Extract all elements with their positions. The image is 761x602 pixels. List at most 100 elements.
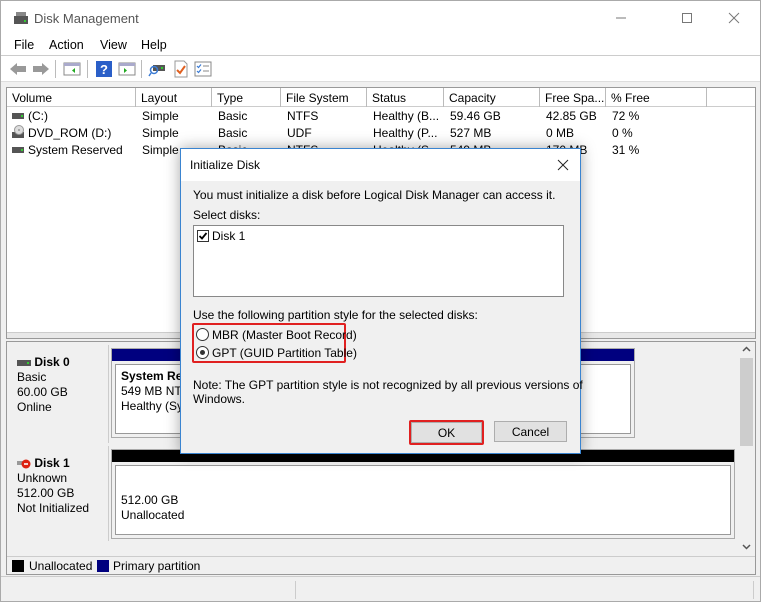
properties-check-icon[interactable] (172, 60, 190, 78)
maximize-button[interactable] (664, 1, 710, 35)
select-disks-label: Select disks: (193, 208, 261, 222)
forward-arrow-icon[interactable] (32, 60, 50, 78)
mbr-radio[interactable] (196, 328, 209, 341)
volume-file-system: UDF (287, 126, 312, 140)
checklist-icon[interactable] (194, 60, 212, 78)
back-arrow-icon[interactable] (9, 60, 27, 78)
dialog-message: You must initialize a disk before Logica… (193, 188, 556, 202)
partition-status: Unallocated (121, 508, 185, 522)
status-divider (753, 581, 754, 599)
volume-percent-free: 72 % (612, 109, 640, 123)
scroll-down-icon[interactable] (742, 544, 751, 550)
window-title: Disk Management (34, 11, 139, 26)
gpt-note-line1: Note: The GPT partition style is not rec… (193, 378, 583, 392)
volume-layout: Simple (142, 109, 179, 123)
column-header-percent-free[interactable]: % Free (606, 88, 707, 107)
legend: Unallocated Primary partition (7, 556, 755, 574)
volume-name: DVD_ROM (D:) (28, 126, 112, 140)
cancel-button[interactable]: Cancel (494, 421, 567, 442)
column-header-volume[interactable]: Volume (7, 88, 136, 107)
volume-status: Healthy (P... (373, 126, 438, 140)
volume-status: Healthy (B... (373, 109, 440, 123)
partition-size: 512.00 GB (121, 493, 179, 507)
volume-list-header: Volume Layout Type File System Status Ca… (7, 88, 755, 107)
connect-icon[interactable] (148, 60, 166, 78)
disk-1-partition[interactable]: 512.00 GB Unallocated (111, 449, 735, 539)
svg-text:?: ? (100, 62, 108, 77)
dialog-title: Initialize Disk (190, 158, 261, 172)
menu-help[interactable]: Help (141, 38, 167, 52)
volume-capacity: 59.46 GB (450, 109, 501, 123)
legend-label-unallocated: Unallocated (29, 559, 93, 573)
show-hide-action-pane-icon[interactable] (118, 60, 136, 78)
show-hide-console-tree-icon[interactable] (63, 60, 81, 78)
volume-free-space: 42.85 GB (546, 109, 597, 123)
disk-0-size: 60.00 GB (17, 385, 68, 399)
menu-action[interactable]: Action (49, 38, 84, 52)
dvd-drive-icon (12, 125, 24, 138)
ok-button[interactable]: OK (411, 422, 482, 443)
partition-details: 512.00 GB Unallocated (115, 465, 731, 535)
volume-capacity: 527 MB (450, 126, 492, 140)
gpt-note-line2: Windows. (193, 392, 246, 406)
initialize-disk-dialog: Initialize Disk You must initialize a di… (180, 148, 583, 454)
close-button[interactable] (711, 1, 757, 35)
disk-error-icon (17, 459, 31, 469)
volume-layout: Simple (142, 143, 179, 157)
disk-management-app-icon (14, 12, 28, 24)
volume-layout: Simple (142, 126, 179, 140)
scrollbar-thumb[interactable] (740, 358, 753, 446)
menu-bar: File Action View Help (1, 35, 760, 56)
volume-row[interactable]: DVD_ROM (D:) Simple Basic UDF Healthy (P… (7, 125, 755, 142)
legend-label-primary: Primary partition (113, 559, 201, 573)
dialog-close-button[interactable] (552, 154, 574, 176)
status-divider (295, 581, 296, 599)
toolbar: ? (1, 56, 760, 82)
disk-0-state: Online (17, 400, 52, 414)
column-header-file-system[interactable]: File System (281, 88, 367, 107)
menu-view[interactable]: View (100, 38, 127, 52)
column-header-capacity[interactable]: Capacity (444, 88, 540, 107)
close-icon (728, 12, 740, 24)
column-header-status[interactable]: Status (367, 88, 444, 107)
disk-1-name-row: Disk 1 (17, 456, 108, 471)
legend-swatch-unallocated (12, 560, 24, 572)
gpt-radio[interactable] (196, 346, 209, 359)
disk-1-checkbox-label: Disk 1 (212, 229, 246, 243)
partition-style-label: Use the following partition style for th… (193, 308, 478, 322)
help-icon[interactable]: ? (95, 60, 113, 78)
vertical-scrollbar[interactable] (738, 342, 755, 556)
status-bar (1, 576, 760, 601)
scroll-up-icon[interactable] (742, 346, 751, 352)
column-header-free-space[interactable]: Free Spa... (540, 88, 606, 107)
gpt-radio-label[interactable]: GPT (GUID Partition Table) (212, 346, 357, 360)
mbr-radio-label[interactable]: MBR (Master Boot Record) (212, 328, 357, 342)
drive-icon (12, 147, 24, 153)
menu-file[interactable]: File (14, 38, 34, 52)
drive-icon (17, 359, 31, 366)
minimize-icon (616, 17, 626, 19)
column-header-type[interactable]: Type (212, 88, 281, 107)
disk-select-list[interactable]: Disk 1 (193, 225, 564, 297)
disk-1-kind: Unknown (17, 471, 68, 485)
volume-row[interactable]: (C:) Simple Basic NTFS Healthy (B... 59.… (7, 108, 755, 125)
disk-1-state: Not Initialized (17, 501, 90, 515)
toolbar-separator (87, 60, 88, 78)
disk-1-size: 512.00 GB (17, 486, 75, 500)
disk-0-name: Disk 0 (34, 355, 70, 369)
volume-name: (C:) (28, 109, 48, 123)
disk-0-name-row: Disk 0 (17, 355, 108, 370)
maximize-icon (682, 13, 692, 23)
volume-free-space: 0 MB (546, 126, 575, 140)
toolbar-separator (55, 60, 56, 78)
close-icon (557, 159, 569, 171)
dialog-title-bar: Initialize Disk (181, 149, 580, 181)
minimize-button[interactable] (598, 1, 644, 35)
column-header-layout[interactable]: Layout (136, 88, 212, 107)
disk-0-kind: Basic (17, 370, 47, 384)
disk-0-label[interactable]: Disk 0 Basic 60.00 GB Online (9, 345, 109, 443)
drive-icon (12, 113, 24, 119)
disk-1-label[interactable]: Disk 1 Unknown 512.00 GB Not Initialized (9, 446, 109, 541)
volume-type: Basic (218, 126, 248, 140)
disk-1-checkbox[interactable] (197, 230, 209, 242)
